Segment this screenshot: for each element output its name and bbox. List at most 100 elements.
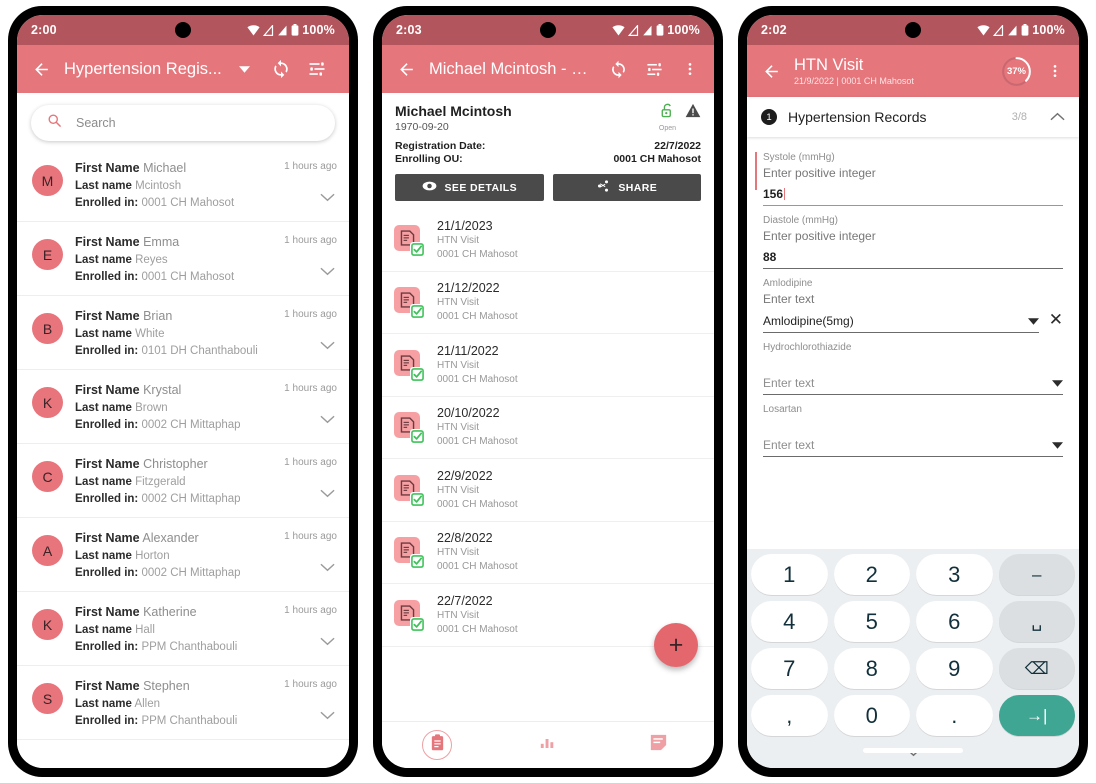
- share-button[interactable]: SHARE: [552, 174, 701, 201]
- field-input[interactable]: 156: [763, 181, 1063, 206]
- event-list-item[interactable]: 20/10/2022 HTN Visit 0001 CH Mahosot: [382, 397, 714, 459]
- tei-list-item[interactable]: M First Name Michael Last name Mcintosh Enr…: [17, 148, 349, 222]
- chevron-down-icon[interactable]: [320, 189, 335, 207]
- back-arrow-icon[interactable]: [28, 56, 54, 82]
- field-select[interactable]: Amlodipine(5mg): [763, 307, 1039, 333]
- chevron-down-icon[interactable]: [320, 485, 335, 503]
- warning-triangle-icon[interactable]: [685, 103, 701, 123]
- form-field[interactable]: Hydrochlorothiazide Enter text: [747, 333, 1079, 395]
- next-key[interactable]: →|: [998, 695, 1075, 736]
- chevron-down-icon[interactable]: [320, 411, 335, 429]
- more-vertical-icon[interactable]: [1042, 58, 1068, 84]
- chevron-up-icon[interactable]: [1050, 108, 1065, 126]
- caret-down-icon[interactable]: [1027, 314, 1039, 328]
- field-select[interactable]: Enter text: [763, 431, 1063, 457]
- form-section-header[interactable]: 1 Hypertension Records 3/8: [747, 97, 1079, 137]
- key-6[interactable]: 6: [916, 601, 993, 642]
- field-select[interactable]: Enter text: [763, 369, 1063, 395]
- event-list-item[interactable]: 21/11/2022 HTN Visit 0001 CH Mahosot: [382, 334, 714, 397]
- completion-progress-ring[interactable]: 37%: [1001, 56, 1032, 87]
- event-list[interactable]: 21/1/2023 HTN Visit 0001 CH Mahosot 21/12/2…: [382, 209, 714, 721]
- key-0[interactable]: 0: [833, 695, 910, 736]
- see-details-button[interactable]: SEE DETAILS: [395, 174, 544, 201]
- battery-icon: [1021, 24, 1029, 36]
- wifi-icon: [977, 24, 990, 36]
- search-input[interactable]: Search: [31, 105, 335, 141]
- tei-list-item[interactable]: K First Name Krystal Last name Brown Enroll…: [17, 370, 349, 444]
- tei-list[interactable]: M First Name Michael Last name Mcintosh Enr…: [17, 148, 349, 768]
- back-arrow-icon[interactable]: [393, 56, 419, 82]
- page-title: Hypertension Regis...: [64, 59, 222, 78]
- event-list-item[interactable]: 22/9/2022 HTN Visit 0001 CH Mahosot: [382, 459, 714, 522]
- clear-field-button[interactable]: ✕: [1049, 310, 1063, 333]
- bottom-nav-details[interactable]: [382, 730, 493, 760]
- form-field-list[interactable]: Systole (mmHg) Enter positive integer 156 D…: [747, 137, 1079, 549]
- filter-list-icon[interactable]: [641, 56, 667, 82]
- home-indicator: [498, 748, 598, 753]
- backspace-key[interactable]: ⌫: [998, 648, 1075, 689]
- tei-timestamp: 1 hours ago: [284, 457, 337, 468]
- key-.[interactable]: .: [916, 695, 993, 736]
- completed-check-icon: [410, 616, 425, 632]
- add-event-fab[interactable]: +: [654, 623, 698, 667]
- minus-key[interactable]: –: [998, 554, 1075, 595]
- field-input[interactable]: 88: [763, 244, 1063, 269]
- status-time: 2:03: [396, 23, 422, 37]
- caret-down-icon[interactable]: [232, 56, 258, 82]
- event-list-item[interactable]: 21/12/2022 HTN Visit 0001 CH Mahosot: [382, 272, 714, 334]
- space-key[interactable]: ␣: [998, 601, 1075, 642]
- event-list-item[interactable]: 21/1/2023 HTN Visit 0001 CH Mahosot: [382, 209, 714, 272]
- key-,[interactable]: ,: [751, 695, 828, 736]
- chevron-down-icon[interactable]: [320, 337, 335, 355]
- signal-icon: [993, 24, 1004, 36]
- app-bar: Hypertension Regis...: [17, 45, 349, 93]
- chevron-down-icon[interactable]: [320, 633, 335, 651]
- key-5[interactable]: 5: [833, 601, 910, 642]
- tei-list-item[interactable]: E First Name Emma Last name Reyes Enrolled …: [17, 222, 349, 296]
- battery-percent: 100%: [1032, 23, 1065, 37]
- status-time: 2:02: [761, 23, 787, 37]
- sync-icon[interactable]: [605, 56, 631, 82]
- key-7[interactable]: 7: [751, 648, 828, 689]
- enrollment-status[interactable]: Open: [659, 103, 676, 132]
- event-status-icon: [394, 349, 425, 382]
- tei-list-item[interactable]: B First Name Brian Last name White Enrolled…: [17, 296, 349, 370]
- sync-icon[interactable]: [268, 56, 294, 82]
- event-status-icon: [394, 287, 425, 320]
- form-field[interactable]: Systole (mmHg) Enter positive integer 156: [747, 143, 1079, 206]
- key-8[interactable]: 8: [833, 648, 910, 689]
- form-field[interactable]: Diastole (mmHg) Enter positive integer 88: [747, 206, 1079, 269]
- form-field[interactable]: Amlodipine Enter text Amlodipine(5mg) ✕: [747, 269, 1079, 333]
- avatar: K: [32, 387, 63, 418]
- form-field[interactable]: Losartan Enter text: [747, 395, 1079, 457]
- key-1[interactable]: 1: [751, 554, 828, 595]
- tei-timestamp: 1 hours ago: [284, 309, 337, 320]
- chevron-down-icon[interactable]: [320, 559, 335, 577]
- three-phone-screenshot: 2:00 100% Hypertension Regis... Search M…: [0, 0, 1096, 783]
- search-placeholder: Search: [76, 116, 116, 130]
- bottom-nav-notes[interactable]: [603, 734, 714, 756]
- event-subtitle: 21/9/2022 | 0001 CH Mahosot: [794, 76, 914, 86]
- caret-down-icon[interactable]: [1052, 438, 1063, 452]
- key-4[interactable]: 4: [751, 601, 828, 642]
- chevron-down-icon[interactable]: [320, 263, 335, 281]
- filter-list-icon[interactable]: [304, 56, 330, 82]
- tei-list-item[interactable]: S First Name Stephen Last name Allen Enroll…: [17, 666, 349, 740]
- key-3[interactable]: 3: [916, 554, 993, 595]
- numeric-keyboard[interactable]: 1 2 3– 4 5 6 ␣ 7 8 9 ⌫, 0. →|: [747, 549, 1079, 768]
- caret-down-icon[interactable]: [1052, 376, 1063, 390]
- tei-list-item[interactable]: C First Name Christopher Last name Fitzger…: [17, 444, 349, 518]
- event-list-item[interactable]: 22/8/2022 HTN Visit 0001 CH Mahosot: [382, 522, 714, 584]
- key-2[interactable]: 2: [833, 554, 910, 595]
- status-time: 2:00: [31, 23, 57, 37]
- tei-list-item[interactable]: K First Name Katherine Last name Hall Enrol…: [17, 592, 349, 666]
- completed-check-icon: [410, 429, 425, 445]
- more-vertical-icon[interactable]: [677, 56, 703, 82]
- completed-check-icon: [410, 491, 425, 507]
- key-9[interactable]: 9: [916, 648, 993, 689]
- signal-icon: [263, 24, 274, 36]
- back-arrow-icon[interactable]: [758, 58, 784, 84]
- chevron-down-icon[interactable]: [905, 744, 921, 762]
- tei-list-item[interactable]: A First Name Alexander Last name Horton Enr…: [17, 518, 349, 592]
- chevron-down-icon[interactable]: [320, 707, 335, 725]
